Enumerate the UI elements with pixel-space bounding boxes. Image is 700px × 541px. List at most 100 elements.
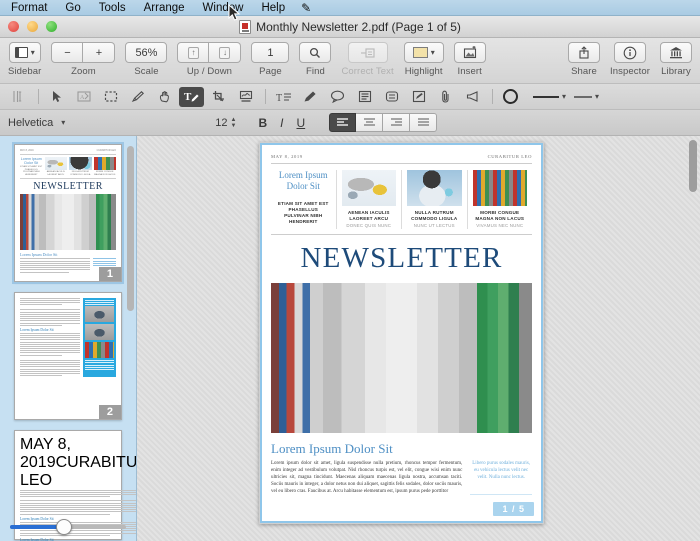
inspector-button[interactable]	[614, 42, 646, 63]
thumbnail-preview: Lorem Ipsum Dolor Sit	[15, 293, 121, 384]
text-style-tool[interactable]: T	[271, 87, 296, 107]
zoom-in-button[interactable]: +	[83, 42, 116, 63]
highlight-button[interactable]: ▾	[403, 42, 444, 63]
font-size-value: 12	[215, 116, 228, 129]
article-body-area: Lorem ipsum dolor sit amet, ligula suspe…	[271, 460, 532, 495]
correct-text-button	[347, 42, 388, 63]
zoom-out-button[interactable]: −	[51, 42, 84, 63]
toolbar-group-page: 1 Page	[251, 42, 290, 77]
info-icon	[623, 46, 637, 59]
feature-subcaption: NUNC UT LECTUS	[413, 223, 455, 228]
minimize-button[interactable]	[27, 21, 38, 32]
menu-extra-icon[interactable]: ✎	[294, 0, 318, 16]
insert-image-icon	[463, 46, 476, 59]
menu-item-tools[interactable]: Tools	[90, 0, 135, 16]
share-icon	[579, 46, 589, 59]
feature-strip: Lorem Ipsum Dolor Sit ETIAM SIT AMET EST…	[271, 164, 532, 234]
crop-tool[interactable]	[206, 87, 231, 107]
thumb2-image-1	[85, 306, 114, 323]
attachment-tool[interactable]	[433, 87, 458, 107]
toolbar-group-library: Library	[660, 42, 692, 77]
select-arrow-tool[interactable]	[44, 87, 69, 107]
article-body-text: Lorem ipsum dolor sit amet, ligula suspe…	[271, 461, 463, 494]
align-justify-button[interactable]	[410, 113, 438, 132]
viewport-scrollbar[interactable]	[689, 140, 697, 192]
font-size-stepper[interactable]: 12 ▲ ▼	[215, 117, 236, 129]
search-icon	[310, 47, 321, 58]
insert-button[interactable]	[453, 42, 486, 63]
note-tool[interactable]	[352, 87, 377, 107]
sidebar-scrollbar[interactable]	[127, 146, 134, 311]
document-window: Monthly Newsletter 2.pdf (Page 1 of 5) ▾…	[0, 16, 700, 541]
thumbnail-page-2[interactable]: Lorem Ipsum Dolor Sit 2	[14, 291, 122, 420]
menu-item-arrange[interactable]: Arrange	[135, 0, 194, 16]
bold-button[interactable]: B	[258, 116, 267, 130]
sticky-note-tool[interactable]	[379, 87, 404, 107]
speech-bubble-tool[interactable]	[325, 87, 350, 107]
thumb-masthead: NEWSLETTER	[33, 181, 103, 193]
lab-image	[407, 170, 462, 206]
underline-button[interactable]: U	[296, 116, 305, 130]
sound-tool[interactable]	[460, 87, 485, 107]
sketch-tool[interactable]	[125, 87, 150, 107]
main-toolbar: ▾ Sidebar − + Zoom 56% Scale ↑ ↓ Up / Do…	[0, 38, 700, 84]
slider-fill	[10, 525, 62, 529]
align-left-button[interactable]	[329, 113, 357, 132]
preview-app-window: Format Go Tools Arrange Window Help ✎ Mo…	[0, 0, 700, 541]
document-viewport[interactable]: MAY 8, 2019 CURABITUR LEO Lorem Ipsum Do…	[137, 136, 700, 541]
zoom-button[interactable]	[46, 21, 57, 32]
instant-alpha-tool[interactable]: A	[71, 87, 96, 107]
italic-button[interactable]: I	[280, 116, 283, 130]
shelf-image	[472, 170, 527, 206]
feature-caption: NULLA RUTRUM COMMODO LIGULA	[411, 210, 458, 221]
thumbnail-item[interactable]: Lorem Ipsum Dolor Sit 2	[0, 291, 136, 420]
align-right-button[interactable]	[383, 113, 411, 132]
thumbnail-sidebar[interactable]: MAY 8, 2019 CURABITUR LEO Lorem Ipsum Dol…	[0, 136, 137, 541]
circle-icon	[503, 89, 518, 104]
font-toolbar: Helvetica ▾ 12 ▲ ▼ B I U	[0, 110, 700, 136]
thumb-article-body	[20, 258, 90, 273]
share-button[interactable]	[568, 42, 601, 63]
pdf-page-1[interactable]: MAY 8, 2019 CURABITUR LEO Lorem Ipsum Do…	[259, 142, 544, 524]
highlighter-pen-tool[interactable]	[298, 87, 323, 107]
page-down-button[interactable]: ↓	[209, 42, 242, 63]
svg-text:A: A	[80, 95, 85, 101]
thumbnail-item[interactable]: MAY 8, 2019 CURABITUR LEO Lorem Ipsum Dol…	[0, 142, 136, 284]
page-up-button[interactable]: ↑	[177, 42, 210, 63]
menu-item-help[interactable]: Help	[252, 0, 294, 16]
thumb2-text-column: Lorem Ipsum Dolor Sit	[20, 297, 81, 378]
close-button[interactable]	[8, 21, 19, 32]
page-number-field[interactable]: 1	[251, 42, 290, 63]
rectangular-selection-tool[interactable]	[98, 87, 123, 107]
signature-tool[interactable]	[233, 87, 258, 107]
text-tool[interactable]: T	[179, 86, 204, 107]
stroke-style-picker[interactable]: ▾	[574, 92, 599, 101]
chevron-down-icon: ▾	[430, 48, 435, 57]
stroke-width-picker[interactable]: ▾	[533, 92, 566, 101]
highlight-label: Highlight	[404, 66, 443, 77]
share-label: Share	[571, 66, 597, 77]
shape-circle-tool[interactable]	[498, 87, 523, 107]
menu-item-window[interactable]: Window	[194, 0, 253, 16]
library-button[interactable]	[660, 42, 692, 63]
thumb-header-right: CURABITUR LEO	[96, 149, 116, 152]
toolbar-group-updown: ↑ ↓ Up / Down	[177, 42, 242, 77]
align-center-button[interactable]	[356, 113, 384, 132]
feature-cell: Lorem Ipsum Dolor Sit ETIAM SIT AMET EST…	[271, 170, 336, 229]
slider-knob[interactable]	[56, 519, 73, 535]
thumbnail-page-1[interactable]: MAY 8, 2019 CURABITUR LEO Lorem Ipsum Dol…	[12, 142, 124, 284]
scale-label: Scale	[134, 66, 159, 77]
hand-tool[interactable]	[152, 87, 177, 107]
title-bar: Monthly Newsletter 2.pdf (Page 1 of 5)	[0, 16, 700, 38]
scale-value-button[interactable]: 56%	[125, 42, 168, 63]
menu-item-format[interactable]: Format	[2, 0, 56, 16]
form-tool[interactable]	[406, 87, 431, 107]
text-selection-tool[interactable]	[6, 87, 31, 107]
find-button[interactable]	[299, 42, 332, 63]
sidebar-toggle-button[interactable]: ▾	[8, 42, 41, 63]
menu-item-go[interactable]: Go	[56, 0, 89, 16]
feature-caption: ETIAM SIT AMET EST PHASELLUS PULVINAR NI…	[277, 201, 329, 224]
font-family-picker[interactable]: Helvetica ▾	[8, 117, 65, 129]
thumbnail-size-slider[interactable]	[10, 519, 126, 535]
font-style-buttons: B I U	[258, 116, 305, 130]
